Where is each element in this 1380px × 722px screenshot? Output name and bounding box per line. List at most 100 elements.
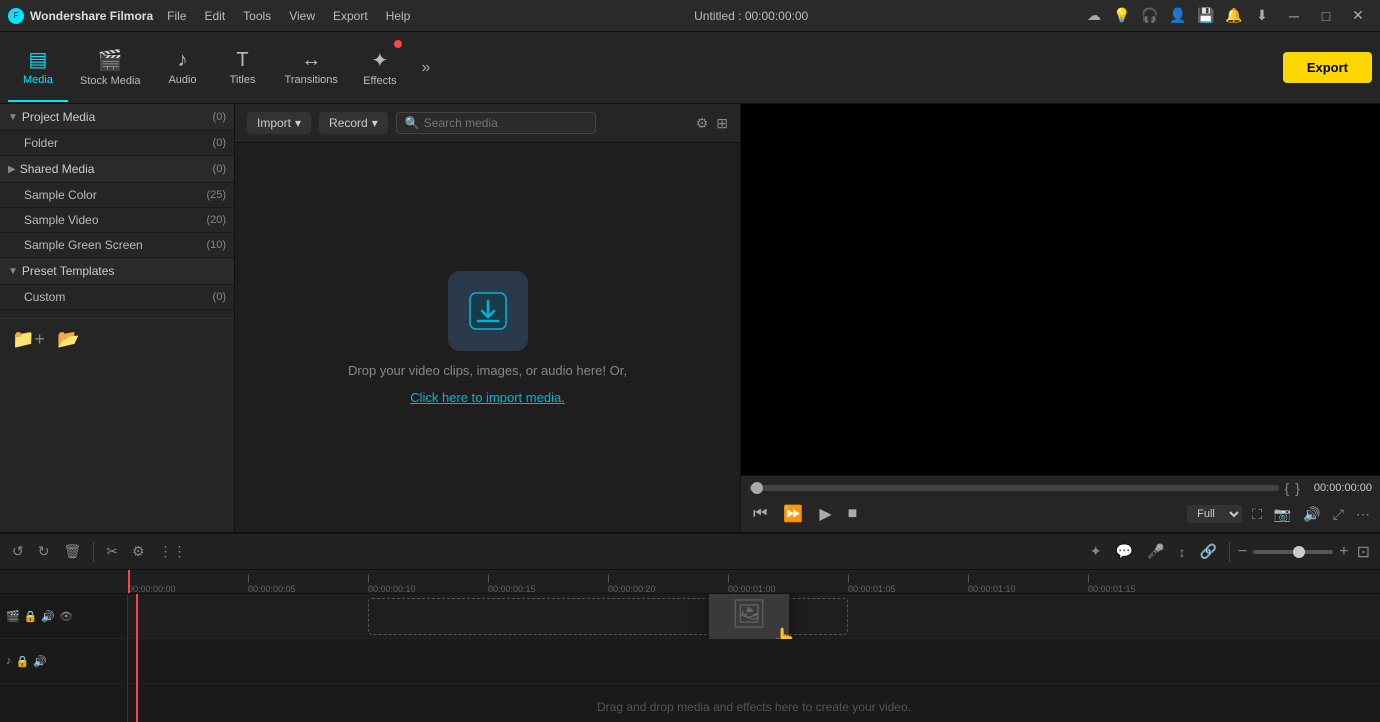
drop-zone: Drop your video clips, images, or audio …: [235, 143, 740, 532]
menu-view[interactable]: View: [281, 7, 323, 25]
sidebar-item-folder[interactable]: Folder (0): [0, 131, 234, 156]
cloud-icon[interactable]: ☁: [1084, 6, 1104, 26]
menu-file[interactable]: File: [159, 7, 194, 25]
captions-button[interactable]: 💬: [1112, 541, 1137, 562]
sidebar-item-sample-color[interactable]: Sample Color (25): [0, 183, 234, 208]
menu-tools[interactable]: Tools: [235, 7, 279, 25]
slow-motion-button[interactable]: ⏩: [779, 502, 807, 526]
delete-button[interactable]: 🗑: [59, 541, 85, 562]
download-icon[interactable]: ⬇: [1252, 6, 1272, 26]
drop-icon-box: [448, 271, 528, 351]
user-icon[interactable]: 👤: [1168, 6, 1188, 26]
separator-1: [93, 542, 94, 562]
toolbar-titles[interactable]: T Titles: [213, 34, 273, 102]
audio-button[interactable]: ⋮⋮: [155, 541, 191, 562]
in-bracket[interactable]: {: [1285, 480, 1290, 496]
main-content: ▼ Project Media (0) Folder (0) ▶ Shared …: [0, 104, 1380, 532]
sidebar-section-project-media[interactable]: ▼ Project Media (0): [0, 104, 234, 131]
playback-controls: ⏮ ⏩ ▶ ■ Full 75% 50% 25% ⛶ 📷 🔊 ⤢ ⋯: [749, 500, 1372, 528]
title-bar-right: ☁ 💡 🎧 👤 💾 🔔 ⬇ ─ □ ✕: [1084, 4, 1372, 28]
zoom-minus-icon[interactable]: −: [1238, 543, 1247, 561]
play-button[interactable]: ▶: [815, 502, 835, 526]
zoom-plus-icon[interactable]: +: [1339, 543, 1348, 561]
sidebar-section-preset-templates[interactable]: ▼ Preset Templates: [0, 258, 234, 285]
properties-button[interactable]: ⚙: [128, 541, 149, 562]
record-button[interactable]: Record ▾: [319, 112, 388, 134]
video-mute-icon[interactable]: 🔊: [41, 610, 55, 623]
split-button[interactable]: ✂: [102, 541, 122, 562]
title-center: Untitled : 00:00:00:00: [694, 9, 808, 23]
stop-button[interactable]: ■: [844, 503, 862, 525]
snapshot-icon[interactable]: 📷: [1274, 506, 1291, 523]
save-icon[interactable]: 💾: [1196, 6, 1216, 26]
sample-green-count: (10): [206, 239, 226, 251]
zoom-slider[interactable]: [1253, 550, 1333, 554]
adjust-button[interactable]: ↕: [1174, 542, 1189, 562]
project-media-count: (0): [213, 111, 226, 123]
crop-icon[interactable]: ⊡: [1357, 542, 1370, 562]
audio-track-icon: ♪: [6, 655, 12, 667]
media-panel: Import ▾ Record ▾ 🔍 ⚙ ⊞: [235, 104, 740, 532]
maximize-button[interactable]: □: [1312, 4, 1340, 28]
grid-view-icon[interactable]: ⊞: [716, 115, 728, 132]
more-icon[interactable]: ⋯: [1356, 506, 1370, 523]
filter-icon[interactable]: ⚙: [696, 115, 709, 132]
fullscreen-icon[interactable]: ⤢: [1333, 506, 1344, 523]
fit-screen-icon[interactable]: ⛶: [1252, 506, 1262, 523]
media-toolbar: Import ▾ Record ▾ 🔍 ⚙ ⊞: [235, 104, 740, 143]
audio-mute-icon[interactable]: 🔊: [33, 655, 47, 668]
zoom-select[interactable]: Full 75% 50% 25%: [1187, 505, 1242, 523]
scrubber-handle[interactable]: [751, 482, 763, 494]
audio-lock-icon[interactable]: 🔒: [16, 655, 30, 668]
toolbar-stock-media[interactable]: 🎬 Stock Media: [68, 34, 153, 102]
link-button[interactable]: 🔗: [1195, 541, 1220, 562]
notification-icon[interactable]: 🔔: [1224, 6, 1244, 26]
menu-help[interactable]: Help: [378, 7, 419, 25]
folder-icon-2[interactable]: 📂: [57, 329, 79, 350]
bulb-icon[interactable]: 💡: [1112, 6, 1132, 26]
folder-label: Folder: [24, 136, 58, 150]
preview-scrubber[interactable]: [749, 485, 1279, 491]
sidebar-item-custom[interactable]: Custom (0): [0, 285, 234, 310]
mic-button[interactable]: 🎤: [1143, 541, 1168, 562]
zoom-slider-handle[interactable]: [1293, 546, 1305, 558]
undo-button[interactable]: ↺: [8, 541, 28, 562]
close-button[interactable]: ✕: [1344, 4, 1372, 28]
window-controls: ─ □ ✕: [1280, 4, 1372, 28]
headphones-icon[interactable]: 🎧: [1140, 6, 1160, 26]
search-icon: 🔍: [405, 116, 420, 130]
step-back-button[interactable]: ⏮: [749, 503, 771, 525]
video-lock-icon[interactable]: 🔒: [24, 610, 38, 623]
sidebar-item-sample-video[interactable]: Sample Video (20): [0, 208, 234, 233]
ruler-mark-3: 00:00:00:15: [488, 575, 536, 594]
toolbar-transitions[interactable]: ↔ Transitions: [273, 34, 350, 102]
sidebar-section-shared-media[interactable]: ▶ Shared Media (0): [0, 156, 234, 183]
video-eye-icon[interactable]: 👁: [59, 610, 73, 623]
out-bracket[interactable]: }: [1295, 480, 1300, 496]
toolbar-audio[interactable]: ♪ Audio: [153, 34, 213, 102]
export-button[interactable]: Export: [1283, 52, 1372, 83]
minimize-button[interactable]: ─: [1280, 4, 1308, 28]
import-button[interactable]: Import ▾: [247, 112, 311, 134]
sidebar-item-sample-green[interactable]: Sample Green Screen (10): [0, 233, 234, 258]
audio-label: Audio: [168, 74, 196, 86]
transitions-label: Transitions: [285, 74, 338, 86]
menu-bar[interactable]: File Edit Tools View Export Help: [159, 7, 418, 25]
toolbar-effects[interactable]: ✦ Effects: [350, 34, 410, 102]
search-input[interactable]: [424, 116, 587, 130]
preview-time: 00:00:00:00: [1314, 482, 1372, 494]
effects-tl-button[interactable]: ✦: [1086, 541, 1106, 562]
menu-edit[interactable]: Edit: [196, 7, 233, 25]
effects-badge: [394, 40, 402, 48]
import-label: Import: [257, 116, 291, 130]
preview-video: [741, 104, 1380, 475]
toolbar-more[interactable]: »: [410, 34, 442, 102]
search-box[interactable]: 🔍: [396, 112, 596, 134]
ruler-mark-2: 00:00:00:10: [368, 575, 416, 594]
menu-export[interactable]: Export: [325, 7, 376, 25]
import-link[interactable]: Click here to import media.: [410, 390, 565, 405]
toolbar-media[interactable]: ▤ Media: [8, 34, 68, 102]
redo-button[interactable]: ↻: [34, 541, 54, 562]
volume-icon[interactable]: 🔊: [1303, 506, 1320, 523]
add-folder-icon[interactable]: 📁+: [12, 329, 45, 350]
